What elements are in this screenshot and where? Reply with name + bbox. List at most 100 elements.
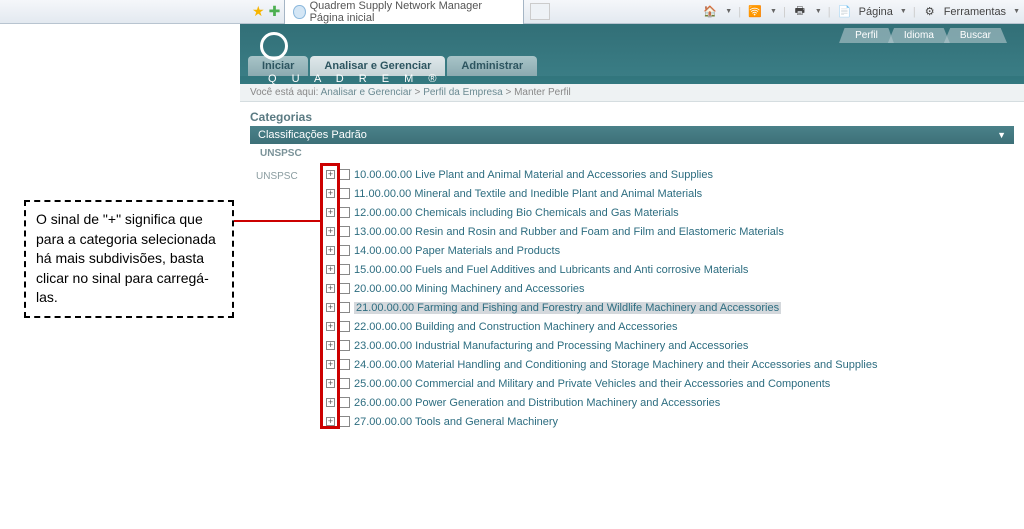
expand-icon[interactable]: + (326, 189, 335, 198)
category-checkbox[interactable] (339, 397, 350, 408)
feeds-icon[interactable]: 🛜 (747, 4, 763, 20)
tree-row: +15.00.00.00 Fuels and Fuel Additives an… (326, 260, 1024, 279)
expand-icon[interactable]: + (326, 417, 335, 426)
tree-row: +22.00.00.00 Building and Construction M… (326, 317, 1024, 336)
category-checkbox[interactable] (339, 378, 350, 389)
category-link[interactable]: 24.00.00.00 Material Handling and Condit… (354, 359, 877, 371)
category-checkbox[interactable] (339, 302, 350, 313)
category-link[interactable]: 26.00.00.00 Power Generation and Distrib… (354, 397, 720, 409)
add-favorite-icon[interactable]: ✚ (269, 3, 281, 20)
expand-icon[interactable]: + (326, 170, 335, 179)
expand-icon[interactable]: + (326, 246, 335, 255)
section-bar-label: Classificações Padrão (258, 129, 367, 141)
chevron-down-icon[interactable]: ▼ (725, 8, 732, 15)
category-link[interactable]: 23.00.00.00 Industrial Manufacturing and… (354, 340, 748, 352)
tree-row: +14.00.00.00 Paper Materials and Product… (326, 241, 1024, 260)
expand-icon[interactable]: + (326, 227, 335, 236)
category-checkbox[interactable] (339, 226, 350, 237)
tab-administrar[interactable]: Administrar (447, 56, 537, 76)
expand-icon[interactable]: + (326, 322, 335, 331)
tree-root-label: UNSPSC (256, 171, 298, 182)
category-checkbox[interactable] (339, 169, 350, 180)
category-link[interactable]: 13.00.00.00 Resin and Rosin and Rubber a… (354, 226, 784, 238)
category-checkbox[interactable] (339, 340, 350, 351)
category-checkbox[interactable] (339, 359, 350, 370)
page-menu-label[interactable]: Página (859, 6, 893, 18)
expand-icon[interactable]: + (326, 398, 335, 407)
category-tree: UNSPSC +10.00.00.00 Live Plant and Anima… (240, 165, 1024, 431)
app-header: Q U A D R E M ® Perfil Idioma Buscar Ini… (240, 24, 1024, 84)
tree-row: +21.00.00.00 Farming and Fishing and For… (326, 298, 1024, 317)
tree-row: +10.00.00.00 Live Plant and Animal Mater… (326, 165, 1024, 184)
brand-name: Q U A D R E M ® (268, 73, 443, 85)
expand-icon[interactable]: + (326, 379, 335, 388)
tree-row: +12.00.00.00 Chemicals including Bio Che… (326, 203, 1024, 222)
chevron-down-icon[interactable]: ▼ (1013, 8, 1020, 15)
category-checkbox[interactable] (339, 245, 350, 256)
subsection-label: UNSPSC (250, 144, 1014, 163)
page-menu-icon: 📄 (837, 4, 853, 20)
expand-icon[interactable]: + (326, 341, 335, 350)
browser-tab[interactable]: Quadrem Supply Network Manager Página in… (284, 0, 524, 26)
category-checkbox[interactable] (339, 283, 350, 294)
expand-icon[interactable]: + (326, 208, 335, 217)
expand-icon[interactable]: + (326, 265, 335, 274)
category-link[interactable]: 14.00.00.00 Paper Materials and Products (354, 245, 560, 257)
category-checkbox[interactable] (339, 416, 350, 427)
home-icon[interactable]: 🏠 (702, 4, 718, 20)
chevron-down-icon[interactable]: ▼ (815, 8, 822, 15)
breadcrumb-prefix: Você está aqui: (250, 87, 318, 98)
category-checkbox[interactable] (339, 321, 350, 332)
category-link[interactable]: 25.00.00.00 Commercial and Military and … (354, 378, 830, 390)
category-link[interactable]: 22.00.00.00 Building and Construction Ma… (354, 321, 677, 333)
annotation-callout: O sinal de "+" significa que para a cate… (24, 200, 234, 318)
page-icon (293, 5, 305, 19)
tools-icon: ⚙ (922, 4, 938, 20)
favorites-icon[interactable]: ★ (252, 3, 265, 20)
logo-ring-icon (260, 32, 288, 60)
section-title: Categorias (250, 110, 1014, 124)
chevron-down-icon[interactable]: ▼ (770, 8, 777, 15)
tree-row: +20.00.00.00 Mining Machinery and Access… (326, 279, 1024, 298)
annotation-text: O sinal de "+" significa que para a cate… (36, 211, 216, 305)
breadcrumb-link[interactable]: Analisar e Gerenciar (321, 87, 412, 98)
breadcrumb-link[interactable]: Perfil da Empresa (423, 87, 502, 98)
app-frame: Q U A D R E M ® Perfil Idioma Buscar Ini… (240, 24, 1024, 529)
top-nav-idioma[interactable]: Idioma (888, 28, 950, 43)
tools-menu-label[interactable]: Ferramentas (944, 6, 1006, 18)
chevron-down-icon[interactable]: ▼ (997, 130, 1006, 140)
category-checkbox[interactable] (339, 207, 350, 218)
expand-icon[interactable]: + (326, 303, 335, 312)
print-icon[interactable]: 🖶 (792, 4, 808, 20)
tree-row: +23.00.00.00 Industrial Manufacturing an… (326, 336, 1024, 355)
category-link[interactable]: 20.00.00.00 Mining Machinery and Accesso… (354, 283, 585, 295)
tree-row: +13.00.00.00 Resin and Rosin and Rubber … (326, 222, 1024, 241)
category-link[interactable]: 12.00.00.00 Chemicals including Bio Chem… (354, 207, 679, 219)
category-link[interactable]: 11.00.00.00 Mineral and Textile and Ined… (354, 188, 702, 200)
breadcrumb: Você está aqui: Analisar e Gerenciar > P… (240, 84, 1024, 102)
expand-icon[interactable]: + (326, 284, 335, 293)
tree-row: +27.00.00.00 Tools and General Machinery (326, 412, 1024, 431)
browser-tab-title: Quadrem Supply Network Manager Página in… (310, 0, 516, 24)
top-nav-buscar[interactable]: Buscar (944, 28, 1007, 43)
category-link[interactable]: 27.00.00.00 Tools and General Machinery (354, 416, 558, 428)
category-checkbox[interactable] (339, 188, 350, 199)
category-checkbox[interactable] (339, 264, 350, 275)
category-link[interactable]: 21.00.00.00 Farming and Fishing and Fore… (354, 302, 781, 314)
tree-row: +25.00.00.00 Commercial and Military and… (326, 374, 1024, 393)
tree-row: +11.00.00.00 Mineral and Textile and Ine… (326, 184, 1024, 203)
section-bar[interactable]: Classificações Padrão ▼ (250, 126, 1014, 144)
top-nav-perfil[interactable]: Perfil (839, 28, 894, 43)
browser-toolbar: ★ ✚ Quadrem Supply Network Manager Págin… (0, 0, 1024, 24)
expand-icon[interactable]: + (326, 360, 335, 369)
category-link[interactable]: 10.00.00.00 Live Plant and Animal Materi… (354, 169, 713, 181)
annotation-connector (234, 220, 320, 222)
tree-row: +26.00.00.00 Power Generation and Distri… (326, 393, 1024, 412)
new-tab-button[interactable] (530, 3, 550, 20)
tree-row: +24.00.00.00 Material Handling and Condi… (326, 355, 1024, 374)
brand-logo: Q U A D R E M ® (260, 32, 443, 85)
top-nav: Perfil Idioma Buscar (842, 28, 1004, 43)
breadcrumb-current: Manter Perfil (514, 87, 571, 98)
chevron-down-icon[interactable]: ▼ (900, 8, 907, 15)
category-link[interactable]: 15.00.00.00 Fuels and Fuel Additives and… (354, 264, 748, 276)
